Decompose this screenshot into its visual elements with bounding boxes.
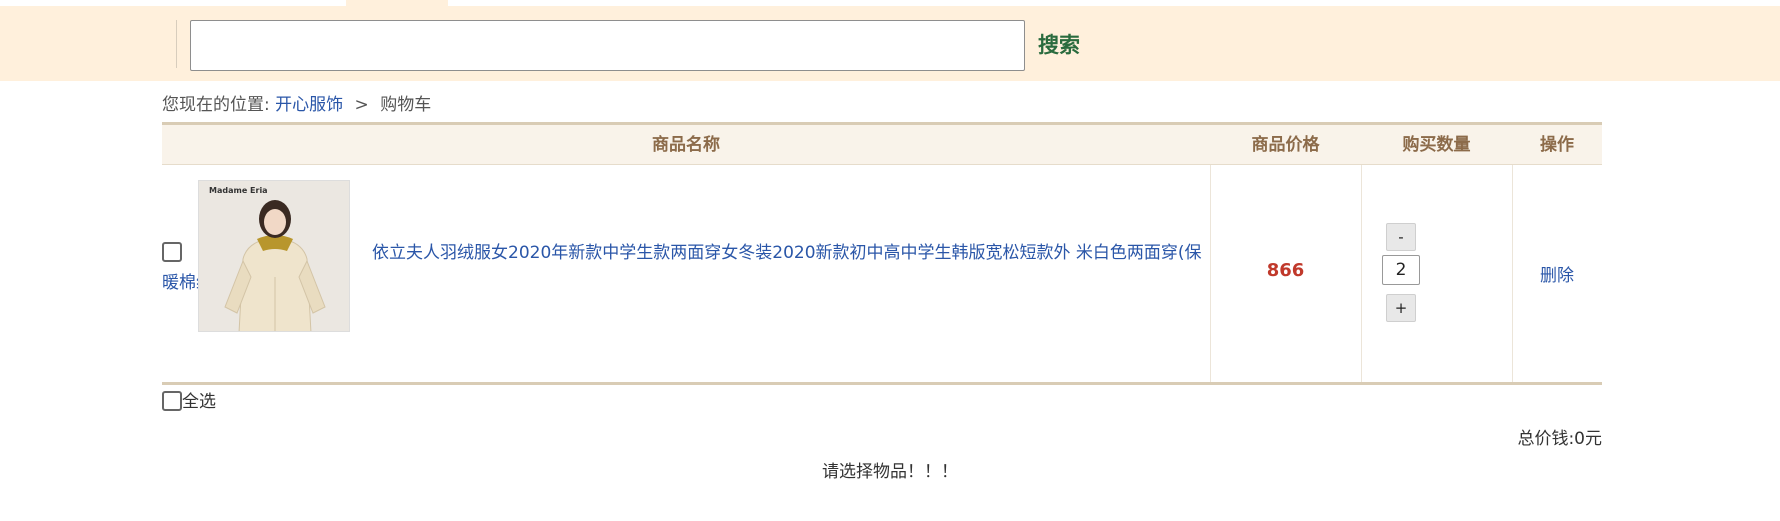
select-all-label[interactable]: 全选	[182, 391, 216, 413]
table-header: 商品名称 商品价格 购买数量 操作	[162, 122, 1602, 165]
row-checkbox[interactable]	[162, 242, 182, 262]
breadcrumb-prefix: 您现在的位置:	[162, 95, 270, 115]
breadcrumb: 您现在的位置: 开心服饰 > 购物车	[162, 93, 431, 117]
product-photo: Madame Eria	[199, 181, 349, 331]
quantity-input[interactable]	[1382, 255, 1420, 285]
product-price: 866	[1266, 260, 1305, 281]
column-divider	[1361, 165, 1362, 382]
header-tab-notch	[346, 0, 448, 6]
select-all-checkbox[interactable]	[162, 391, 182, 411]
breadcrumb-separator: >	[354, 95, 369, 115]
table-row: 依立夫人羽绒服女2020年新款中学生款两面穿女冬装2020新款初中高中学生韩版宽…	[162, 165, 1602, 385]
column-header-operation: 操作	[1540, 135, 1574, 155]
image-brand-text: Madame Eria	[209, 186, 268, 195]
column-header-quantity: 购买数量	[1402, 135, 1471, 155]
search-divider	[176, 20, 177, 68]
breadcrumb-shop-link[interactable]: 开心服饰	[275, 95, 343, 115]
total-price: 总价钱:0元	[1517, 429, 1602, 449]
column-header-price: 商品价格	[1251, 135, 1320, 155]
quantity-increase-button[interactable]: +	[1386, 294, 1416, 322]
selection-notice: 请选择物品！！！	[822, 462, 958, 482]
column-header-name: 商品名称	[652, 135, 720, 155]
product-image[interactable]: Madame Eria	[198, 180, 350, 332]
search-button[interactable]: 搜索	[1038, 30, 1080, 60]
search-input[interactable]	[190, 20, 1025, 71]
breadcrumb-current: 购物车	[380, 95, 432, 115]
quantity-decrease-button[interactable]: -	[1386, 223, 1416, 251]
delete-link[interactable]: 删除	[1512, 261, 1602, 286]
